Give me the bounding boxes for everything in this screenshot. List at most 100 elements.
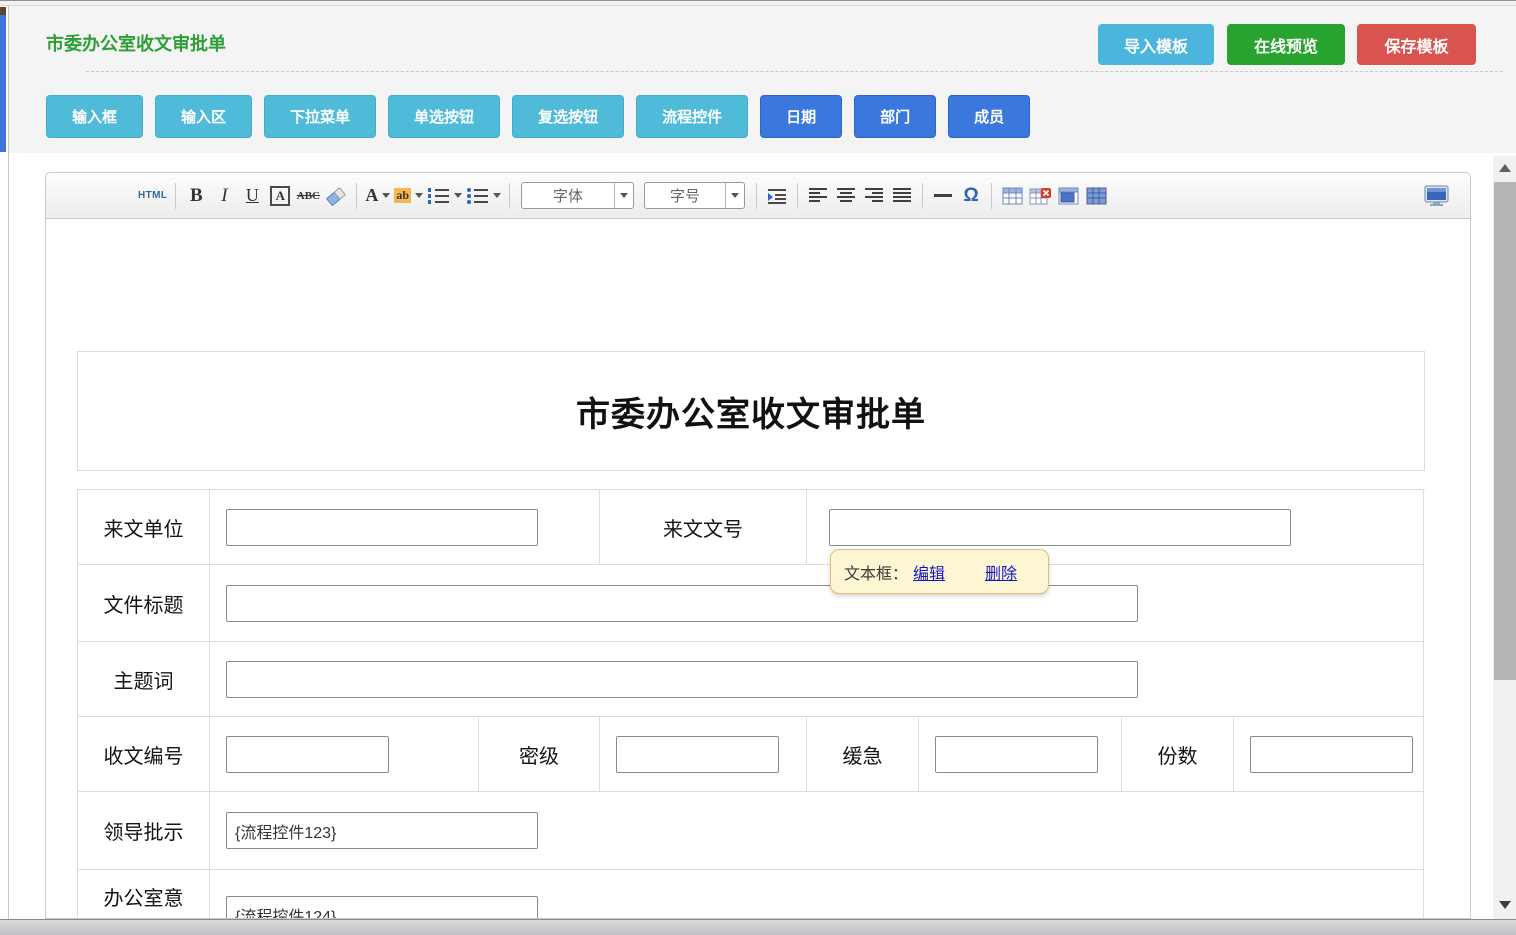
insert-table-button[interactable] (1000, 182, 1024, 210)
edit-link[interactable]: 编辑 (913, 560, 945, 584)
field-type-button-row: 输入框 输入区 下拉菜单 单选按钮 复选按钮 流程控件 日期 部门 成员 (46, 95, 1030, 138)
label-incoming-unit: 来文单位 (78, 490, 210, 565)
strikethrough-button[interactable]: ABC (296, 182, 320, 210)
rich-text-editor: HTML B I U A ABC A ab (45, 172, 1471, 919)
font-size-select[interactable]: 字号 (644, 182, 745, 209)
cell-subject-words (210, 642, 1424, 717)
leader-remarks-input[interactable] (226, 812, 538, 849)
header-divider (86, 71, 1503, 72)
table-row: 主题词 (78, 642, 1424, 717)
delete-table-button[interactable] (1028, 182, 1052, 210)
underline-icon: U (246, 185, 259, 206)
unordered-list-icon (466, 186, 489, 205)
field-button-date[interactable]: 日期 (760, 95, 842, 138)
field-button-member[interactable]: 成员 (948, 95, 1030, 138)
font-color-icon: A (365, 185, 378, 206)
scroll-up-arrow[interactable] (1493, 156, 1516, 180)
boxed-letter-button[interactable]: A (268, 182, 292, 210)
merge-cells-button[interactable] (1056, 182, 1080, 210)
align-center-button[interactable] (834, 182, 858, 210)
table-cells-button[interactable] (1084, 182, 1108, 210)
table-row: 来文单位 来文文号 (78, 490, 1424, 565)
save-template-button[interactable]: 保存模板 (1357, 24, 1476, 65)
form-title-box: 市委办公室收文审批单 (77, 351, 1425, 471)
fullscreen-button[interactable] (1424, 182, 1450, 210)
scroll-down-arrow[interactable] (1493, 895, 1516, 915)
delete-link[interactable]: 删除 (985, 560, 1017, 584)
subject-words-input[interactable] (226, 661, 1138, 698)
triangle-up-icon (1499, 164, 1511, 172)
cell-secrecy-level (600, 717, 807, 792)
label-urgency: 缓急 (807, 717, 919, 792)
label-leader-remarks: 领导批示 (78, 792, 210, 870)
ordered-list-button[interactable] (427, 182, 462, 210)
field-button-input-area[interactable]: 输入区 (155, 95, 252, 138)
font-size-select-label: 字号 (645, 183, 725, 208)
italic-icon: I (221, 185, 227, 207)
font-family-select[interactable]: 字体 (521, 182, 634, 209)
horizontal-rule-button[interactable] (931, 182, 955, 210)
ordered-list-icon (427, 186, 450, 205)
omega-icon: Ω (963, 185, 978, 207)
align-left-button[interactable] (806, 182, 830, 210)
highlight-color-button[interactable]: ab (394, 182, 423, 210)
receipt-number-input[interactable] (226, 736, 389, 773)
align-justify-button[interactable] (890, 182, 914, 210)
cell-receipt-number (210, 717, 479, 792)
italic-button[interactable]: I (212, 182, 236, 210)
table-row: 领导批示 (78, 792, 1424, 870)
doc-number-input[interactable] (829, 509, 1291, 546)
label-copies: 份数 (1122, 717, 1234, 792)
font-family-select-label: 字体 (522, 183, 614, 208)
boxed-letter-icon: A (270, 186, 290, 206)
field-button-flow-control[interactable]: 流程控件 (636, 95, 748, 138)
form-title: 市委办公室收文审批单 (576, 387, 926, 436)
bold-button[interactable]: B (184, 182, 208, 210)
eraser-icon (325, 186, 347, 206)
header: 市委办公室收文审批单 导入模板 在线预览 保存模板 输入框 输入区 下拉菜单 单… (9, 6, 1516, 153)
incoming-unit-input[interactable] (226, 509, 538, 546)
table-row: 文件标题 (78, 565, 1424, 642)
insert-table-icon (1002, 187, 1023, 205)
office-opinion-input[interactable] (226, 896, 538, 918)
editor-document[interactable]: 市委办公室收文审批单 来文单位 来文文号 文件标题 (46, 219, 1470, 918)
chevron-down-icon (415, 193, 423, 198)
textbox-edit-tooltip: 文本框： 编辑 删除 (830, 549, 1049, 594)
unordered-list-button[interactable] (466, 182, 501, 210)
eraser-button[interactable] (324, 182, 348, 210)
cell-incoming-unit (210, 490, 600, 565)
window-bottom-edge (0, 919, 1516, 935)
indent-button[interactable] (765, 182, 789, 210)
html-source-button[interactable]: HTML (138, 182, 167, 210)
toolbar-separator (356, 183, 357, 209)
triangle-down-icon (1499, 901, 1511, 909)
chevron-down-icon (614, 183, 633, 208)
secrecy-level-input[interactable] (616, 736, 779, 773)
field-button-department[interactable]: 部门 (854, 95, 936, 138)
field-button-checkbox[interactable]: 复选按钮 (512, 95, 624, 138)
align-right-icon (864, 187, 884, 204)
page-title: 市委办公室收文审批单 (46, 30, 226, 56)
cell-copies (1234, 717, 1424, 792)
special-char-button[interactable]: Ω (959, 182, 983, 210)
merge-cells-icon (1058, 187, 1079, 205)
field-button-input-box[interactable]: 输入框 (46, 95, 143, 138)
urgency-input[interactable] (935, 736, 1098, 773)
label-receipt-number: 收文编号 (78, 717, 210, 792)
field-button-dropdown-menu[interactable]: 下拉菜单 (264, 95, 376, 138)
cell-urgency (919, 717, 1122, 792)
bold-icon: B (190, 185, 203, 207)
align-right-button[interactable] (862, 182, 886, 210)
import-template-button[interactable]: 导入模板 (1098, 24, 1214, 65)
field-button-radio[interactable]: 单选按钮 (388, 95, 500, 138)
copies-input[interactable] (1250, 736, 1413, 773)
editor-toolbar: HTML B I U A ABC A ab (46, 173, 1470, 219)
scrollbar-thumb[interactable] (1494, 182, 1516, 680)
form-table: 来文单位 来文文号 文件标题 (77, 489, 1425, 918)
font-color-button[interactable]: A (365, 182, 390, 210)
underline-button[interactable]: U (240, 182, 264, 210)
online-preview-button[interactable]: 在线预览 (1227, 24, 1345, 65)
highlight-color-icon: ab (394, 188, 411, 203)
table-cells-icon (1086, 187, 1107, 205)
vertical-scrollbar[interactable] (1493, 156, 1516, 919)
